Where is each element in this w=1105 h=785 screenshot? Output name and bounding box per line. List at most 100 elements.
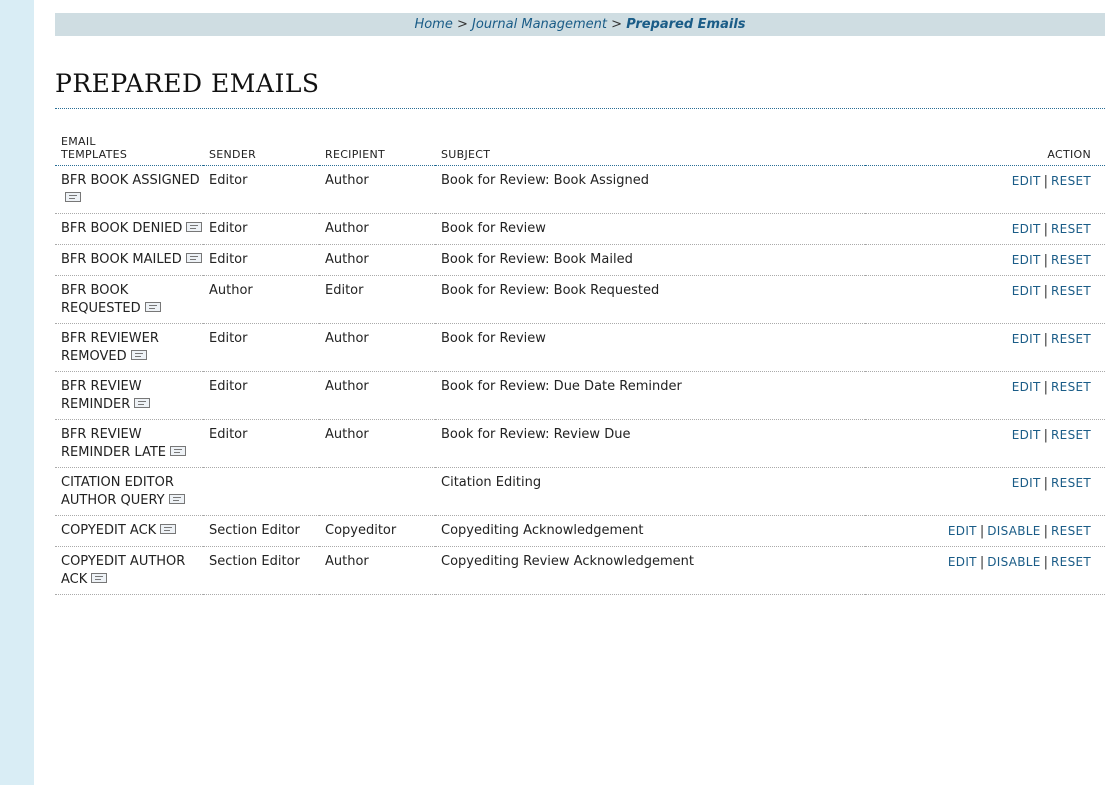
header-email-templates: EMAIL TEMPLATES: [55, 109, 203, 166]
reset-link[interactable]: RESET: [1051, 524, 1091, 538]
sender-cell: Editor: [203, 371, 319, 420]
table-header-row: EMAIL TEMPLATES SENDER RECIPIENT SUBJECT…: [55, 109, 1105, 166]
template-name-cell: BFR BOOK MAILED: [55, 244, 203, 276]
recipient-cell: Author: [319, 244, 435, 276]
edit-link[interactable]: EDIT: [1012, 380, 1041, 394]
edit-link[interactable]: EDIT: [1012, 332, 1041, 346]
table-row: BFR BOOK ASSIGNED Editor Author Book for Re…: [55, 165, 1105, 214]
envelope-icon[interactable]: [134, 397, 151, 408]
edit-link[interactable]: EDIT: [1012, 253, 1041, 267]
action-separator: |: [1043, 252, 1049, 268]
disable-link[interactable]: DISABLE: [987, 555, 1040, 569]
breadcrumb-home-link[interactable]: Home: [414, 17, 452, 32]
breadcrumb-current-link[interactable]: Prepared Emails: [626, 17, 745, 32]
reset-link[interactable]: RESET: [1051, 284, 1091, 298]
recipient-cell: Author: [319, 546, 435, 595]
table-row: BFR BOOK REQUESTED Author Editor Book for R…: [55, 275, 1105, 324]
table-row: CITATION EDITOR AUTHOR QUERY Citation Edi…: [55, 467, 1105, 516]
sender-cell: Editor: [203, 165, 319, 214]
action-separator: |: [979, 554, 985, 570]
main-content: Home > Journal Management > Prepared Ema…: [55, 0, 1105, 595]
action-cell: EDIT | DISABLE | RESET: [865, 546, 1105, 595]
recipient-cell: Copyeditor: [319, 515, 435, 547]
envelope-icon[interactable]: [168, 493, 185, 504]
action-cell: EDIT | RESET: [865, 323, 1105, 372]
header-action: ACTION: [865, 109, 1105, 166]
envelope-icon[interactable]: [130, 349, 147, 360]
reset-link[interactable]: RESET: [1051, 428, 1091, 442]
prepared-emails-table: EMAIL TEMPLATES SENDER RECIPIENT SUBJECT…: [55, 109, 1105, 595]
reset-link[interactable]: RESET: [1051, 476, 1091, 490]
recipient-cell: Author: [319, 213, 435, 245]
action-separator: |: [1043, 331, 1049, 347]
template-name-cell: BFR BOOK ASSIGNED: [55, 165, 203, 214]
header-recipient: RECIPIENT: [319, 109, 435, 166]
template-name-cell: BFR BOOK DENIED: [55, 213, 203, 245]
reset-link[interactable]: RESET: [1051, 380, 1091, 394]
action-cell: EDIT | RESET: [865, 419, 1105, 468]
recipient-cell: Author: [319, 419, 435, 468]
sender-cell: Editor: [203, 419, 319, 468]
envelope-icon[interactable]: [144, 301, 161, 312]
edit-link[interactable]: EDIT: [948, 555, 977, 569]
sender-cell: Author: [203, 275, 319, 324]
edit-link[interactable]: EDIT: [1012, 174, 1041, 188]
action-separator: |: [1043, 283, 1049, 299]
template-name: BFR REVIEW REMINDER LATE: [61, 426, 166, 460]
disable-link[interactable]: DISABLE: [987, 524, 1040, 538]
edit-link[interactable]: EDIT: [1012, 476, 1041, 490]
envelope-icon[interactable]: [65, 191, 81, 202]
envelope-icon[interactable]: [185, 252, 202, 263]
breadcrumb-separator: >: [611, 17, 623, 32]
reset-link[interactable]: RESET: [1051, 222, 1091, 236]
action-separator: |: [1043, 173, 1049, 189]
page-title: PREPARED EMAILS: [55, 69, 320, 98]
envelope-icon[interactable]: [170, 445, 186, 456]
recipient-cell: [319, 467, 435, 516]
edit-link[interactable]: EDIT: [1012, 222, 1041, 236]
header-sender: SENDER: [203, 109, 319, 166]
table-row: BFR REVIEW REMINDER Editor Author Book for …: [55, 371, 1105, 420]
edit-link[interactable]: EDIT: [1012, 284, 1041, 298]
table-row: COPYEDIT AUTHOR ACK Section Editor Author C…: [55, 546, 1105, 595]
action-separator: |: [1043, 221, 1049, 237]
sender-cell: Editor: [203, 213, 319, 245]
table-row: BFR REVIEWER REMOVED Editor Author Book for…: [55, 323, 1105, 372]
envelope-icon[interactable]: [186, 221, 203, 232]
sender-cell: Section Editor: [203, 546, 319, 595]
sender-cell: Section Editor: [203, 515, 319, 547]
recipient-cell: Author: [319, 323, 435, 372]
reset-link[interactable]: RESET: [1051, 253, 1091, 267]
action-separator: |: [1043, 523, 1049, 539]
reset-link[interactable]: RESET: [1051, 174, 1091, 188]
envelope-icon[interactable]: [160, 523, 177, 534]
action-cell: EDIT | RESET: [865, 275, 1105, 324]
template-name-cell: COPYEDIT AUTHOR ACK: [55, 546, 203, 595]
action-separator: |: [1043, 427, 1049, 443]
template-name-cell: BFR REVIEW REMINDER: [55, 371, 203, 420]
reset-link[interactable]: RESET: [1051, 555, 1091, 569]
sender-cell: [203, 467, 319, 516]
subject-cell: Book for Review: Book Assigned: [435, 165, 865, 214]
reset-link[interactable]: RESET: [1051, 332, 1091, 346]
template-name: BFR BOOK REQUESTED: [61, 282, 141, 316]
subject-cell: Book for Review: Review Due: [435, 419, 865, 468]
envelope-icon[interactable]: [91, 572, 108, 583]
template-name-cell: BFR REVIEW REMINDER LATE: [55, 419, 203, 468]
action-separator: |: [979, 523, 985, 539]
subject-cell: Copyediting Acknowledgement: [435, 515, 865, 547]
action-cell: EDIT | RESET: [865, 244, 1105, 276]
template-name: BFR BOOK MAILED: [61, 251, 182, 267]
action-cell: EDIT | DISABLE | RESET: [865, 515, 1105, 547]
action-cell: EDIT | RESET: [865, 213, 1105, 245]
subject-cell: Book for Review: [435, 323, 865, 372]
breadcrumb-journal-management-link[interactable]: Journal Management: [472, 17, 607, 32]
template-name: BFR BOOK ASSIGNED: [61, 172, 200, 188]
template-name: BFR REVIEW REMINDER: [61, 378, 142, 412]
subject-cell: Book for Review: Book Mailed: [435, 244, 865, 276]
table-row: BFR BOOK MAILED Editor Author Book for Revi…: [55, 244, 1105, 276]
edit-link[interactable]: EDIT: [1012, 428, 1041, 442]
action-cell: EDIT | RESET: [865, 467, 1105, 516]
action-separator: |: [1043, 554, 1049, 570]
edit-link[interactable]: EDIT: [948, 524, 977, 538]
